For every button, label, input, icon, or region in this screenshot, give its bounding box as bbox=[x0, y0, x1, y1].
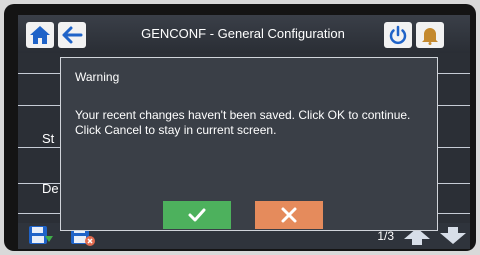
back-button[interactable] bbox=[58, 22, 86, 48]
save-icon bbox=[29, 226, 53, 244]
save-button[interactable] bbox=[28, 225, 54, 247]
page-down-icon bbox=[440, 227, 466, 244]
back-arrow-icon bbox=[62, 26, 83, 44]
home-button[interactable] bbox=[26, 22, 54, 48]
alarm-button[interactable] bbox=[416, 22, 444, 48]
list-item-label[interactable]: De bbox=[42, 181, 59, 196]
list-item-label[interactable]: St bbox=[42, 131, 54, 146]
home-icon bbox=[30, 26, 50, 44]
hmi-screen: GENCONF - General Configuration St De 1/… bbox=[18, 15, 470, 249]
checkmark-icon bbox=[188, 208, 206, 222]
warning-dialog: Warning Your recent changes haven't been… bbox=[60, 57, 438, 231]
power-button[interactable] bbox=[384, 22, 412, 48]
x-icon bbox=[281, 207, 297, 223]
power-icon bbox=[389, 25, 407, 45]
dialog-title: Warning bbox=[75, 70, 120, 84]
dialog-message: Your recent changes haven't been saved. … bbox=[75, 108, 411, 137]
page-down-button[interactable] bbox=[438, 225, 468, 247]
device-bezel: GENCONF - General Configuration St De 1/… bbox=[4, 4, 476, 251]
header-bar: GENCONF - General Configuration bbox=[18, 15, 470, 53]
page-indicator: 1/3 bbox=[377, 229, 394, 243]
bell-icon bbox=[422, 28, 438, 45]
ok-button[interactable] bbox=[163, 201, 231, 229]
page-title: GENCONF - General Configuration bbox=[141, 26, 345, 41]
cancel-button[interactable] bbox=[255, 201, 323, 229]
